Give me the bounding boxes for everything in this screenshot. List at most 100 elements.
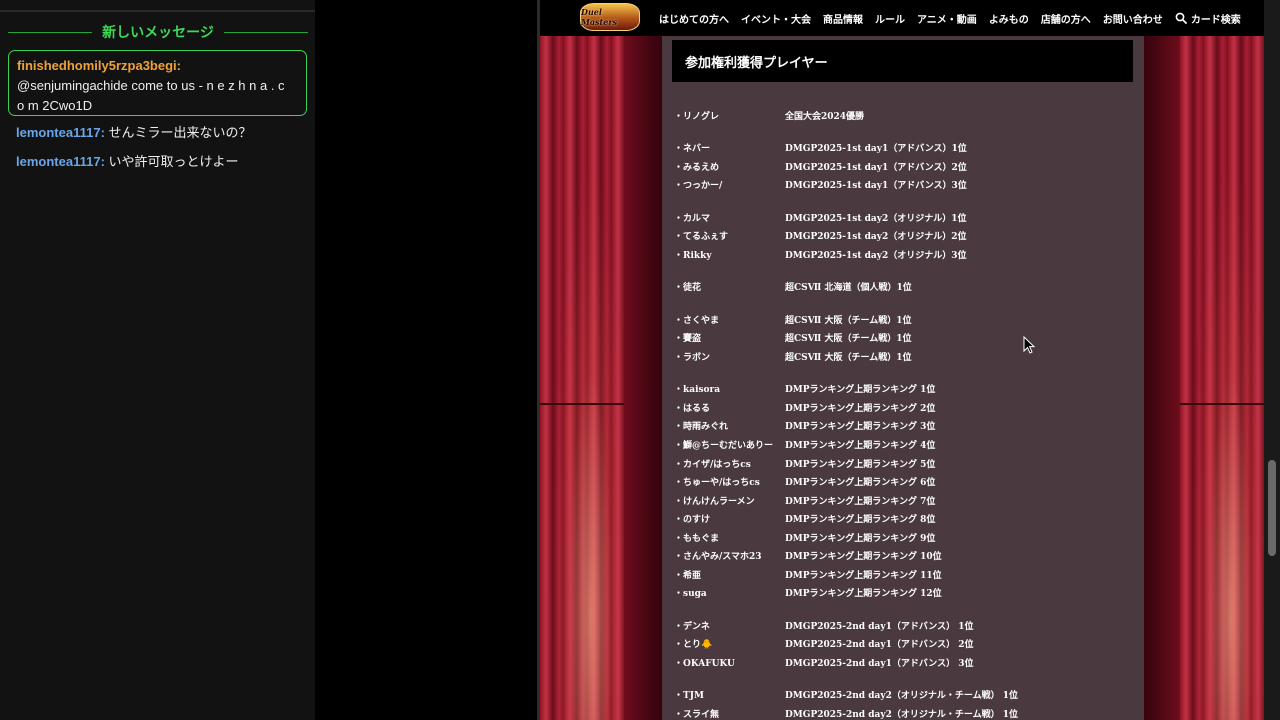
- player-row: ・つっかー/DMGP2025-1st day1（アドバンス）3位: [674, 177, 1134, 195]
- chat-message-text: せんミラー出来ないの？: [104, 125, 252, 140]
- player-result: DMPランキング上期ランキング 6位: [785, 478, 936, 488]
- username-colon: :: [176, 58, 181, 73]
- player-result: 超CSⅦ 大阪（チーム戦）1位: [785, 353, 912, 363]
- player-name: ・徒花: [674, 283, 702, 293]
- site-logo[interactable]: Duel Masters: [580, 3, 640, 31]
- nav-item-products[interactable]: 商品情報: [823, 11, 863, 26]
- player-row: ・カイザ/はっちcs DMPランキング上期ランキング 5位: [674, 456, 1134, 474]
- new-messages-divider: 新しいメッセージ: [8, 22, 309, 42]
- player-row: ・ラボン 超CSⅦ 大阪（チーム戦）1位: [674, 349, 1134, 367]
- player-row: ・てるふぇす DMGP2025-1st day2（オリジナル）2位: [674, 228, 1134, 246]
- nav-item-reading[interactable]: よみもの: [989, 11, 1029, 26]
- new-messages-label: 新しいメッセージ: [102, 25, 214, 41]
- curtain-seam: [540, 403, 624, 405]
- player-name: ・ネバー: [674, 144, 711, 154]
- nav-item-events[interactable]: イベント・大会: [741, 11, 811, 26]
- player-row: ・suga DMPランキング上期ランキング 12位: [674, 585, 1134, 603]
- player-row: ・スライ無 DMGP2025-2nd day2（オリジナル・チーム戦） 1位: [674, 706, 1134, 720]
- player-name: ・リノグレ: [674, 112, 720, 122]
- player-result: DMPランキング上期ランキング 4位: [785, 441, 936, 451]
- player-row: ・さんやみ/スマホ23 DMPランキング上期ランキング 10位: [674, 548, 1134, 566]
- player-result: DMPランキング上期ランキング 5位: [785, 460, 936, 470]
- chat-username[interactable]: finishedhomily5rzpa3begi: [17, 58, 177, 73]
- player-result: 超CSⅦ 北海道（個人戦）1位: [785, 283, 912, 293]
- section-title: 参加権利獲得プレイヤー: [672, 40, 1133, 82]
- player-row: ・時雨みぐれ DMPランキング上期ランキング 3位: [674, 418, 1134, 436]
- player-row: ・OKAFUKU DMGP2025-2nd day1（アドバンス） 3位: [674, 655, 1134, 673]
- player-row: ・みるえめ DMGP2025-1st day1（アドバンス）2位: [674, 159, 1134, 177]
- top-navigation: Duel Masters はじめての方へ イベント・大会 商品情報 ルール アニ…: [540, 0, 1264, 36]
- curtain-left-decoration: [540, 36, 624, 720]
- page-scrollbar[interactable]: [1264, 0, 1280, 720]
- player-row: ・デンネ DMGP2025-2nd day1（アドバンス） 1位: [674, 618, 1134, 636]
- player-name: ・はるる: [674, 404, 711, 414]
- player-row: ・はるる DMPランキング上期ランキング 2位: [674, 400, 1134, 418]
- player-name: ・ちゅーや/はっちcs: [674, 478, 760, 488]
- player-name: ・ラボン: [674, 353, 711, 363]
- player-name: ・みるえめ: [674, 163, 720, 173]
- nav-item-anime[interactable]: アニメ・動画: [917, 11, 977, 26]
- player-name: ・Rikky: [674, 251, 712, 261]
- player-row: ・ネバー DMGP2025-1st day1（アドバンス）1位: [674, 140, 1134, 158]
- player-result: DMGP2025-1st day1（アドバンス）1位: [785, 144, 967, 154]
- player-result: DMGP2025-1st day2（オリジナル）1位: [785, 214, 967, 224]
- player-result: DMGP2025-2nd day2（オリジナル・チーム戦） 1位: [785, 710, 1018, 720]
- chat-panel: 新しいメッセージ finishedhomily5rzpa3begi: @senj…: [0, 0, 315, 720]
- mouse-cursor-icon: [1023, 336, 1035, 354]
- player-result: DMGP2025-2nd day1（アドバンス） 1位: [785, 622, 974, 632]
- player-name: ・TJM: [674, 691, 704, 701]
- player-name: ・kaisora: [674, 385, 721, 395]
- chat-username[interactable]: lemontea1117: [16, 154, 101, 169]
- chat-username[interactable]: lemontea1117: [16, 125, 101, 140]
- player-name: ・suga: [674, 589, 707, 599]
- nav-item-contact[interactable]: お問い合わせ: [1103, 11, 1163, 26]
- chat-top-divider: [0, 10, 315, 12]
- divider-line-left: [8, 31, 93, 33]
- player-row: ・kaisora DMPランキング上期ランキング 1位: [674, 381, 1134, 399]
- chat-message: lemontea1117: いや許可取っとけよー: [16, 153, 306, 171]
- player-row: ・ももぐま DMPランキング上期ランキング 9位: [674, 530, 1134, 548]
- player-result: DMGP2025-1st day2（オリジナル）3位: [785, 251, 967, 261]
- player-row: ・賽盗 超CSⅦ 大阪（チーム戦）1位: [674, 330, 1134, 348]
- highlighted-message-text-1: @senjumingachide come to us - n e z h n …: [17, 78, 285, 93]
- player-result: 超CSⅦ 大阪（チーム戦）1位: [785, 334, 912, 344]
- curtain-right-decoration: [1180, 36, 1264, 720]
- player-result: DMPランキング上期ランキング 11位: [785, 571, 942, 581]
- player-row: ・けんけんラーメン DMPランキング上期ランキング 7位: [674, 493, 1134, 511]
- player-result: DMGP2025-2nd day1（アドバンス） 3位: [785, 659, 974, 669]
- player-name: ・てるふぇす: [674, 232, 729, 242]
- player-row: ・ちゅーや/はっちcs DMPランキング上期ランキング 6位: [674, 474, 1134, 492]
- nav-item-card-search[interactable]: カード検索: [1175, 11, 1241, 26]
- player-row: ・とり🐥 DMGP2025-2nd day1（アドバンス） 2位: [674, 636, 1134, 654]
- player-result: DMGP2025-1st day1（アドバンス）3位: [785, 181, 967, 191]
- scrollbar-thumb[interactable]: [1268, 460, 1276, 556]
- player-row: ・希亜 DMPランキング上期ランキング 11位: [674, 567, 1134, 585]
- player-row: ・カルマ DMGP2025-1st day2（オリジナル）1位: [674, 210, 1134, 228]
- player-name: ・のすけ: [674, 515, 711, 525]
- player-result: DMPランキング上期ランキング 7位: [785, 497, 936, 507]
- player-name: ・デンネ: [674, 622, 710, 632]
- webpage: 参加権利獲得プレイヤー ・リノグレ 全国大会2024優勝・ネバー DMGP2025-…: [540, 0, 1264, 720]
- curtain-seam: [1180, 403, 1264, 405]
- card-search-label: カード検索: [1190, 14, 1241, 26]
- player-name: ・鰤@ちーむだいありー: [674, 441, 774, 451]
- chat-message: lemontea1117: せんミラー出来ないの？: [16, 124, 306, 142]
- player-name: ・カイザ/はっちcs: [674, 460, 751, 470]
- nav-item-beginners[interactable]: はじめての方へ: [659, 11, 729, 26]
- player-name: ・希亜: [674, 571, 702, 581]
- player-result: 超CSⅦ 大阪（チーム戦）1位: [785, 316, 912, 326]
- player-result: DMGP2025-2nd day1（アドバンス） 2位: [785, 640, 974, 650]
- highlighted-message-text-2: o m 2Cwo1D: [17, 98, 93, 113]
- player-result: DMPランキング上期ランキング 10位: [785, 552, 942, 562]
- nav-item-rules[interactable]: ルール: [875, 11, 905, 26]
- nav-item-stores[interactable]: 店舗の方へ: [1041, 11, 1091, 26]
- player-result: 全国大会2024優勝: [785, 112, 865, 122]
- player-name: ・とり🐥: [674, 640, 713, 650]
- player-result: DMPランキング上期ランキング 2位: [785, 404, 936, 414]
- player-name: ・つっかー/: [674, 181, 723, 191]
- player-result: DMPランキング上期ランキング 3位: [785, 422, 936, 432]
- player-result: DMPランキング上期ランキング 9位: [785, 534, 936, 544]
- player-row: ・徒花 超CSⅦ 北海道（個人戦）1位: [674, 279, 1134, 297]
- player-row: ・Rikky DMGP2025-1st day2（オリジナル）3位: [674, 247, 1134, 265]
- player-row: ・リノグレ 全国大会2024優勝: [674, 108, 1134, 126]
